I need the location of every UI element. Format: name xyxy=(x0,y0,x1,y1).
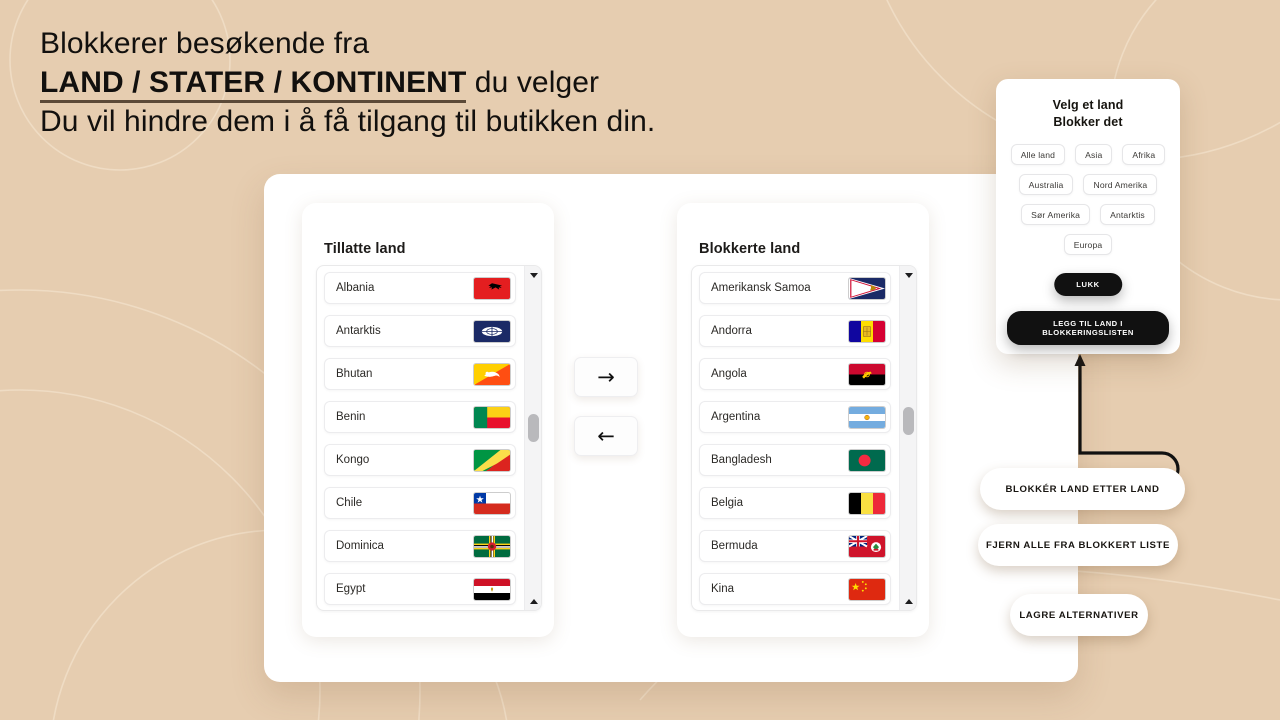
flag-icon-bhutan xyxy=(473,362,511,386)
selector-title: Velg et land Blokker det xyxy=(996,79,1180,130)
continent-chip[interactable]: Australia xyxy=(1018,174,1074,195)
callout-block-country-by-country[interactable]: BLOKKÉR LAND ETTER LAND xyxy=(980,468,1185,510)
flag-icon-bermuda xyxy=(848,534,886,558)
continent-chip[interactable]: Nord Amerika xyxy=(1083,174,1158,195)
chip-row: Australia Nord Amerika xyxy=(996,174,1180,195)
country-name: Kina xyxy=(711,583,735,595)
flag-icon-dominica xyxy=(473,534,511,558)
country-name: Chile xyxy=(336,497,363,509)
flag-icon-benin xyxy=(473,405,511,429)
blocked-list-scrollbar[interactable] xyxy=(899,266,916,610)
blocked-countries-panel: Blokkerte land Amerikansk Samoa Andorra An… xyxy=(677,203,929,637)
chip-row: Sør Amerika Antarktis xyxy=(996,204,1180,225)
country-name: Albania xyxy=(336,282,375,294)
continent-chip[interactable]: Antarktis xyxy=(1100,204,1155,225)
flag-icon-congo xyxy=(473,448,511,472)
country-name: Andorra xyxy=(711,325,752,337)
headline-line-2: LAND / STATER / KONTINENT du velger xyxy=(40,63,800,103)
country-row[interactable]: Egypt xyxy=(324,573,516,605)
flag-icon-american-samoa xyxy=(848,276,886,300)
country-row[interactable]: Angola xyxy=(699,358,891,390)
flag-icon-bangladesh xyxy=(848,448,886,472)
arrow-left-icon: ← xyxy=(597,423,615,448)
blocked-countries-list[interactable]: Amerikansk Samoa Andorra Angola Argentina Ba… xyxy=(691,265,917,611)
country-row[interactable]: Kina xyxy=(699,573,891,605)
country-name: Bhutan xyxy=(336,368,373,380)
headline: Blokkerer besøkende fra LAND / STATER / … xyxy=(40,24,800,141)
flag-icon-china xyxy=(848,577,886,601)
country-row[interactable]: Albania xyxy=(324,272,516,304)
allowed-list-scrollbar[interactable] xyxy=(524,266,541,610)
allowed-countries-list[interactable]: Albania Antarktis Bhutan Benin Kongo Chile Dom… xyxy=(316,265,542,611)
scrollbar-thumb[interactable] xyxy=(903,407,914,435)
selector-title-line-1: Velg et land xyxy=(1052,98,1124,112)
country-row[interactable]: Chile xyxy=(324,487,516,519)
continent-chip[interactable]: Alle land xyxy=(1010,144,1066,165)
continent-chip-group: Alle land Asia Afrika Australia Nord Amerika… xyxy=(996,144,1180,255)
country-name: Argentina xyxy=(711,411,761,423)
country-name: Belgia xyxy=(711,497,743,509)
country-name: Dominica xyxy=(336,540,384,552)
headline-emphasis: LAND / STATER / KONTINENT xyxy=(40,66,467,103)
callout-save-options[interactable]: LAGRE ALTERNATIVER xyxy=(1010,594,1148,636)
country-name: Bermuda xyxy=(711,540,758,552)
country-name: Antarktis xyxy=(336,325,381,337)
country-name: Egypt xyxy=(336,583,366,595)
flag-icon-argentina xyxy=(848,405,886,429)
scroll-down-arrow-icon[interactable] xyxy=(900,268,916,282)
country-row[interactable]: Benin xyxy=(324,401,516,433)
country-row[interactable]: Dominica xyxy=(324,530,516,562)
blocked-panel-title: Blokkerte land xyxy=(699,241,801,257)
scroll-up-arrow-icon[interactable] xyxy=(525,594,541,608)
country-row[interactable]: Belgia xyxy=(699,487,891,519)
continent-chip[interactable]: Afrika xyxy=(1122,144,1166,165)
flag-icon-antarctica xyxy=(473,319,511,343)
headline-line-2-rest: du velger xyxy=(466,66,600,99)
country-name: Angola xyxy=(711,368,747,380)
country-row[interactable]: Andorra xyxy=(699,315,891,347)
flag-icon-chile xyxy=(473,491,511,515)
flag-icon-albania xyxy=(473,276,511,300)
chip-row: Europa xyxy=(996,234,1180,255)
country-row[interactable]: Bermuda xyxy=(699,530,891,562)
add-country-to-blocklist-button[interactable]: LEGG TIL LAND I BLOKKERINGSLISTEN xyxy=(1007,311,1169,345)
flag-icon-andorra xyxy=(848,319,886,343)
chip-row: Alle land Asia Afrika xyxy=(996,144,1180,165)
allowed-panel-title: Tillatte land xyxy=(324,241,406,257)
country-name: Bangladesh xyxy=(711,454,772,466)
close-button[interactable]: LUKK xyxy=(1054,273,1122,296)
move-to-allowed-button[interactable]: ← xyxy=(574,416,638,456)
country-row[interactable]: Bangladesh xyxy=(699,444,891,476)
continent-chip[interactable]: Asia xyxy=(1075,144,1113,165)
scroll-down-arrow-icon[interactable] xyxy=(525,268,541,282)
country-name: Amerikansk Samoa xyxy=(711,282,811,294)
country-row[interactable]: Kongo xyxy=(324,444,516,476)
country-row[interactable]: Amerikansk Samoa xyxy=(699,272,891,304)
callout-remove-all-from-blocked[interactable]: FJERN ALLE FRA BLOKKERT LISTE xyxy=(978,524,1178,566)
move-to-blocked-button[interactable]: → xyxy=(574,357,638,397)
country-row[interactable]: Argentina xyxy=(699,401,891,433)
flag-icon-egypt xyxy=(473,577,511,601)
scroll-up-arrow-icon[interactable] xyxy=(900,594,916,608)
headline-line-3: Du vil hindre dem i å få tilgang til but… xyxy=(40,105,656,138)
selector-title-line-2: Blokker det xyxy=(1053,114,1123,129)
headline-line-1: Blokkerer besøkende fra xyxy=(40,27,370,60)
continent-chip[interactable]: Europa xyxy=(1063,234,1113,255)
scrollbar-thumb[interactable] xyxy=(528,414,539,442)
country-name: Kongo xyxy=(336,454,370,466)
continent-chip[interactable]: Sør Amerika xyxy=(1021,204,1091,225)
allowed-countries-panel: Tillatte land Albania Antarktis Bhutan Beni… xyxy=(302,203,554,637)
country-row[interactable]: Bhutan xyxy=(324,358,516,390)
country-name: Benin xyxy=(336,411,366,423)
country-row[interactable]: Antarktis xyxy=(324,315,516,347)
arrow-right-icon: → xyxy=(597,364,615,389)
flag-icon-belgium xyxy=(848,491,886,515)
flag-icon-angola xyxy=(848,362,886,386)
country-selector-card: Velg et land Blokker det Alle land Asia Af… xyxy=(996,79,1180,354)
